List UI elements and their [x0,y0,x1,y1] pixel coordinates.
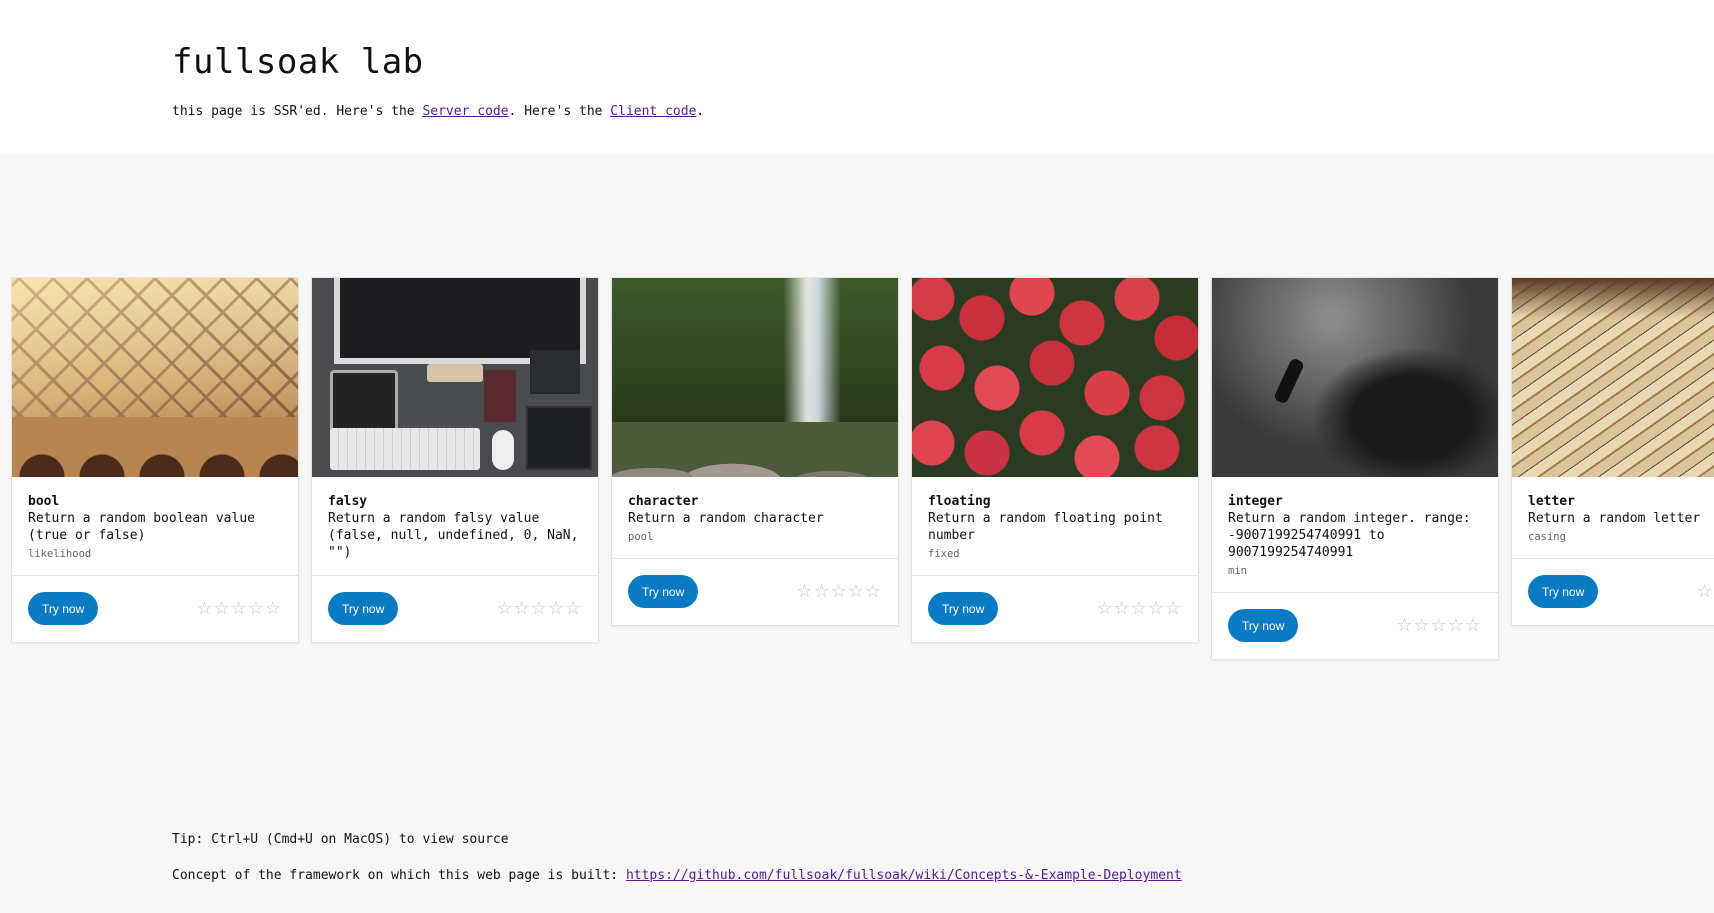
server-code-link[interactable]: Server code [422,104,508,119]
intro-suffix: . [696,104,705,119]
try-now-button[interactable]: Try now [628,575,699,608]
card-footer: Try now ☆☆☆☆☆ [612,559,898,625]
diver-image [1212,278,1498,477]
card-param: min [1228,565,1247,577]
desk-image [312,278,598,477]
card-footer: Try now ☆☆☆☆☆ [12,576,298,642]
tip-text: Tip: Ctrl+U (Cmd+U on MacOS) to view sou… [172,832,509,847]
card-param: fixed [928,548,960,560]
card-description: Return a random character [628,511,824,526]
card-body: integer Return a random integer. range: … [1212,477,1498,593]
star-rating-icon[interactable]: ☆☆☆☆☆ [496,598,582,619]
rulers-image [1512,278,1714,477]
card-param: likelihood [28,548,92,560]
star-rating-icon[interactable]: ☆☆☆☆☆ [1696,581,1714,602]
intro-text: this page is SSR'ed. Here's the Server c… [172,103,704,121]
star-rating-icon[interactable]: ☆☆☆☆☆ [196,598,282,619]
intro-prefix: this page is SSR'ed. Here's the [172,104,423,119]
card-body: floating Return a random floating point … [912,477,1198,576]
star-rating-icon[interactable]: ☆☆☆☆☆ [1396,615,1482,636]
card-name: integer [1228,494,1283,509]
card-param: casing [1528,531,1566,543]
card-name: letter [1528,494,1575,509]
card-floating: floating Return a random floating point … [911,277,1199,643]
card-name: character [628,494,699,509]
card-name: floating [928,494,991,509]
card-character: character Return a random character pool… [611,277,899,626]
card-description: Return a random boolean value (true or f… [28,511,255,543]
card-description: Return a random letter [1528,511,1701,526]
card-footer: Try now ☆☆☆☆☆ [312,576,598,642]
card-letter: letter Return a random letter casing Try… [1511,277,1714,626]
try-now-button[interactable]: Try now [328,592,399,625]
card-description: Return a random floating point number [928,511,1163,543]
bridge-image [12,278,298,477]
card-footer: Try now ☆☆☆☆☆ [912,576,1198,642]
try-now-button[interactable]: Try now [1228,609,1299,642]
card-body: letter Return a random letter casing [1512,477,1714,559]
card-name: bool [28,494,60,509]
card-description: Return a random integer. range: -9007199… [1228,511,1471,560]
card-param: pool [628,531,654,543]
star-rating-icon[interactable]: ☆☆☆☆☆ [1096,598,1182,619]
star-rating-icon[interactable]: ☆☆☆☆☆ [796,581,882,602]
try-now-button[interactable]: Try now [28,592,99,625]
client-code-link[interactable]: Client code [610,104,696,119]
card-body: falsy Return a random falsy value (false… [312,477,598,576]
card-body: bool Return a random boolean value (true… [12,477,298,576]
card-footer: Try now ☆☆☆☆☆ [1212,593,1498,659]
try-now-button[interactable]: Try now [928,592,999,625]
card-name: falsy [328,494,368,509]
cards-carousel[interactable]: bool Return a random boolean value (true… [0,277,1714,677]
intro-middle: . Here's the [508,104,611,119]
card-integer: integer Return a random integer. range: … [1211,277,1499,660]
concept-link[interactable]: https://github.com/fullsoak/fullsoak/wik… [626,868,1182,883]
card-body: character Return a random character pool [612,477,898,559]
card-description: Return a random falsy value (false, null… [328,511,579,560]
strawberries-image [912,278,1198,477]
page-header: fullsoak lab this page is SSR'ed. Here's… [0,0,1714,155]
concept-text: Concept of the framework on which this w… [172,867,1182,885]
waterfall-image [612,278,898,477]
try-now-button[interactable]: Try now [1528,575,1599,608]
concept-prefix: Concept of the framework on which this w… [172,868,626,883]
page-title: fullsoak lab [172,42,424,82]
card-bool: bool Return a random boolean value (true… [11,277,299,643]
card-footer: Try now ☆☆☆☆☆ [1512,559,1714,625]
card-falsy: falsy Return a random falsy value (false… [311,277,599,643]
